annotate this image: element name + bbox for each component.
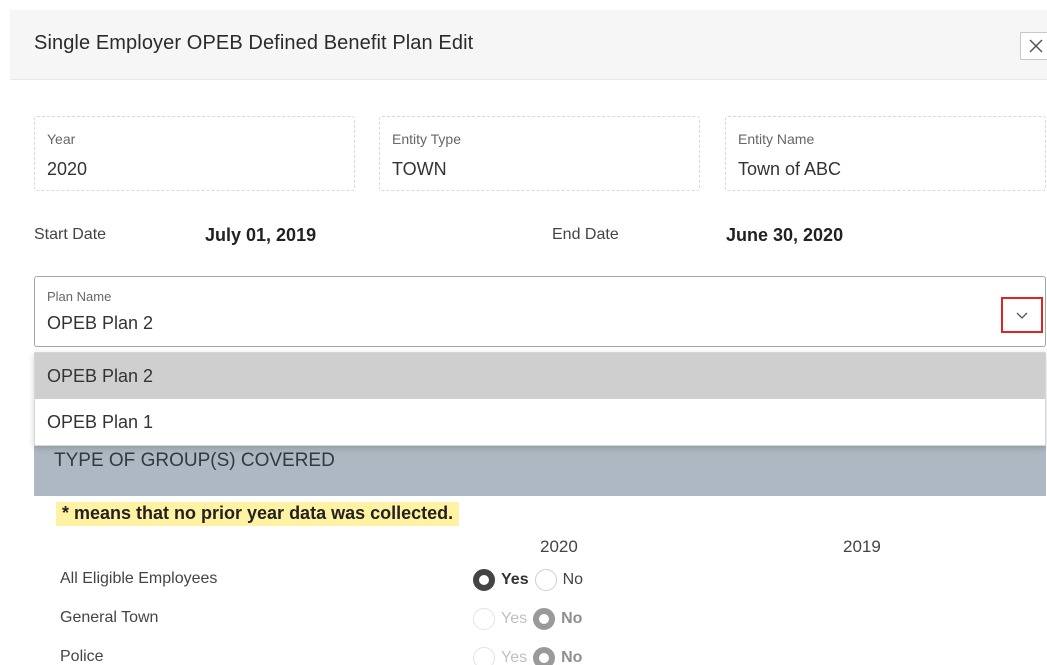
plan-dropdown-toggle[interactable] — [1001, 297, 1043, 333]
radio-yes-label: Yes — [501, 610, 528, 627]
end-date-label: End Date — [552, 226, 619, 243]
entity-name-field: Entity Name Town of ABC — [725, 116, 1046, 191]
entity-type-field: Entity Type TOWN — [379, 116, 700, 191]
radio-group-all-eligible-employees: Yes No — [473, 568, 589, 592]
start-date-value: July 01, 2019 — [205, 225, 317, 245]
radio-yes-label: Yes — [501, 571, 529, 588]
radio-no[interactable] — [534, 569, 557, 591]
radio-yes[interactable] — [473, 647, 495, 665]
entity-name-value: Town of ABC — [738, 159, 842, 179]
entity-type-value: TOWN — [392, 159, 447, 179]
close-button[interactable] — [1020, 32, 1047, 60]
plan-name-value: OPEB Plan 2 — [47, 313, 154, 333]
year-label: Year — [47, 131, 76, 147]
entity-type-label: Entity Type — [392, 131, 462, 147]
radio-no[interactable] — [533, 647, 556, 665]
close-icon — [1028, 39, 1043, 53]
radio-no[interactable] — [533, 608, 556, 630]
row-label-general-town: General Town — [60, 609, 159, 626]
plan-edit-modal: Single Employer OPEB Defined Benefit Pla… — [0, 0, 1047, 665]
column-2019: 2019 — [843, 537, 881, 556]
radio-yes[interactable] — [473, 608, 495, 630]
plan-dropdown-list: OPEB Plan 2 OPEB Plan 1 — [34, 352, 1046, 446]
year-field: Year 2020 — [34, 116, 355, 191]
year-value: 2020 — [47, 159, 88, 179]
radio-yes[interactable] — [473, 569, 495, 591]
start-date-label: Start Date — [34, 226, 107, 243]
row-label-all-eligible-employees: All Eligible Employees — [60, 570, 218, 587]
end-date-value: June 30, 2020 — [726, 225, 844, 245]
section-title: TYPE OF GROUP(S) COVERED — [54, 450, 335, 471]
row-label-police: Police — [60, 648, 104, 665]
plan-option-opeb-plan-2[interactable]: OPEB Plan 2 — [35, 353, 1045, 399]
radio-no-label: No — [561, 610, 583, 627]
entity-name-label: Entity Name — [738, 131, 815, 147]
plan-name-select[interactable]: Plan Name OPEB Plan 2 — [34, 276, 1046, 347]
prior-year-notice: * means that no prior year data was coll… — [56, 502, 460, 526]
radio-yes-label: Yes — [501, 649, 528, 665]
plan-name-label: Plan Name — [47, 289, 112, 304]
column-2020: 2020 — [540, 537, 578, 556]
radio-group-police: Yes No — [473, 646, 588, 665]
chevron-down-icon — [1016, 312, 1028, 319]
modal-header: Single Employer OPEB Defined Benefit Pla… — [10, 10, 1047, 80]
radio-group-general-town: Yes No — [473, 607, 588, 631]
section-header: TYPE OF GROUP(S) COVERED — [34, 446, 1046, 496]
radio-no-label: No — [561, 649, 583, 665]
radio-no-label: No — [562, 571, 584, 588]
plan-option-opeb-plan-1[interactable]: OPEB Plan 1 — [35, 399, 1045, 445]
modal-title: Single Employer OPEB Defined Benefit Pla… — [34, 32, 474, 54]
